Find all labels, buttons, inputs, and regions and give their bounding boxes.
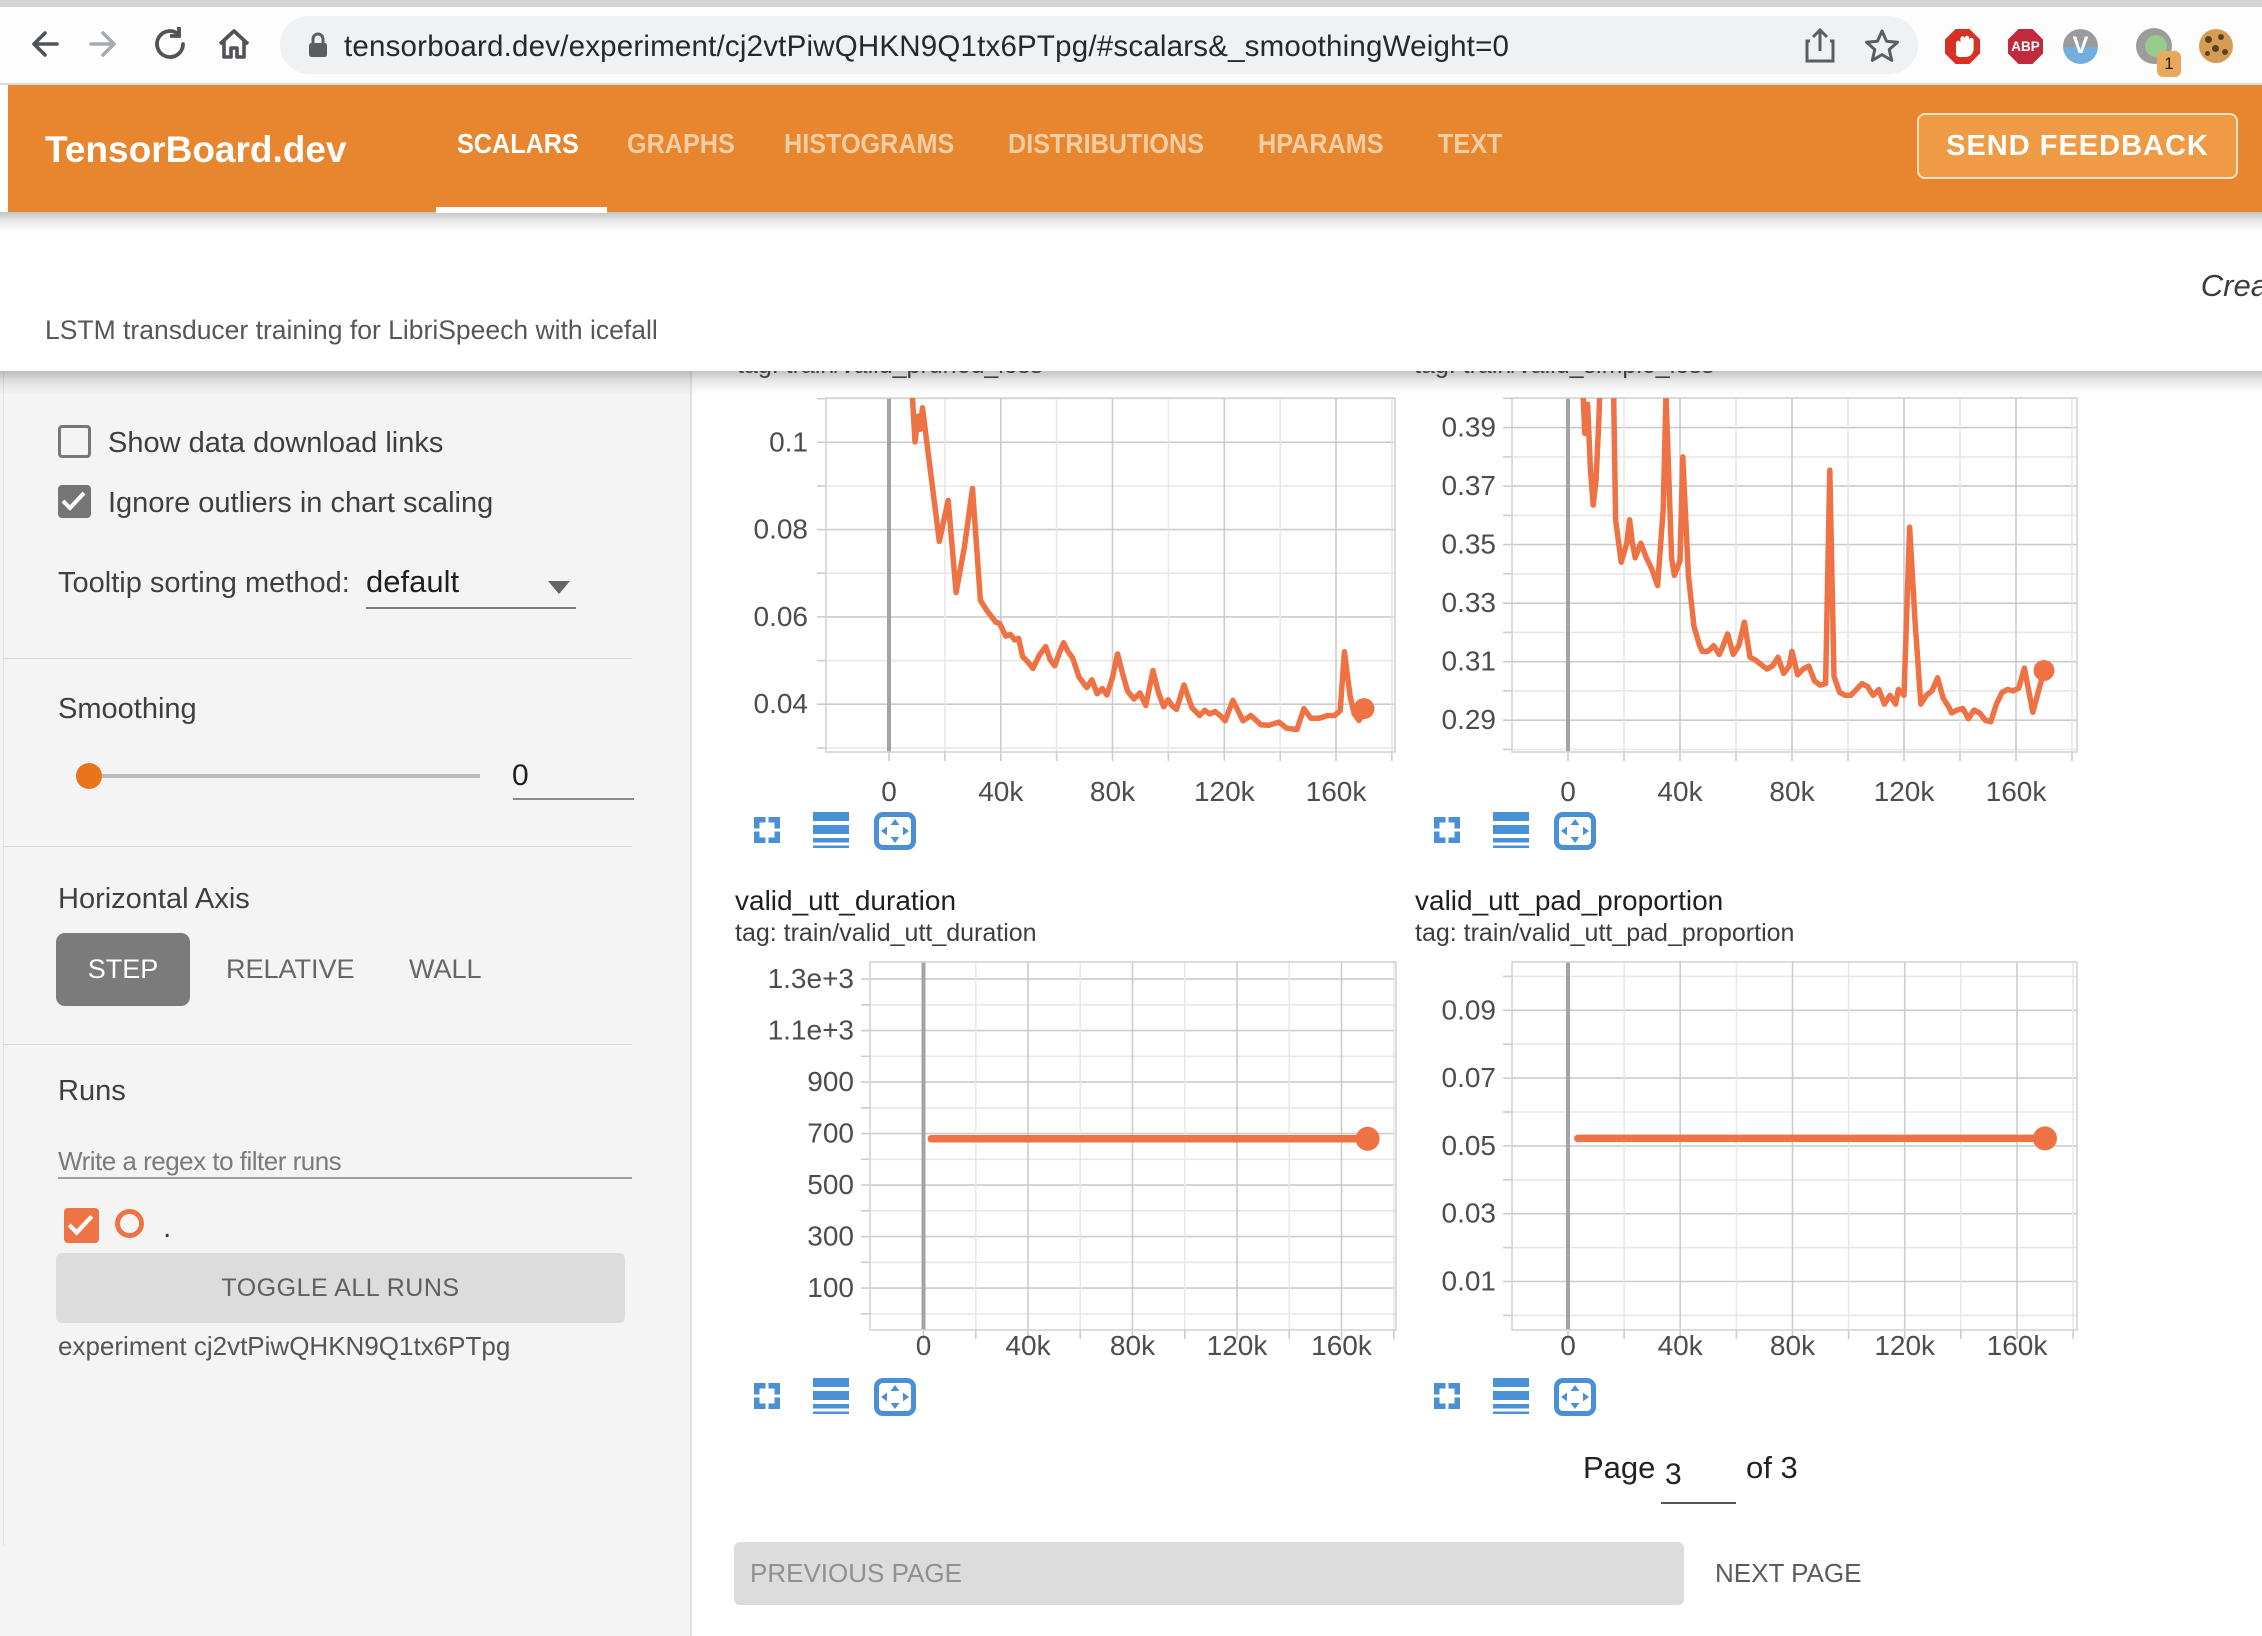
svg-text:160k: 160k — [1987, 1330, 2049, 1361]
svg-text:0.07: 0.07 — [1442, 1062, 1497, 1093]
svg-text:700: 700 — [807, 1118, 854, 1149]
svg-text:80k: 80k — [1769, 776, 1815, 807]
svg-text:0.04: 0.04 — [754, 688, 809, 719]
svg-text:1.3e+3: 1.3e+3 — [768, 963, 854, 994]
svg-text:0.39: 0.39 — [1442, 412, 1497, 443]
svg-text:tag: train/valid_utt_duration: tag: train/valid_utt_duration — [735, 919, 1037, 947]
svg-text:0.35: 0.35 — [1442, 529, 1497, 560]
svg-text:1.1e+3: 1.1e+3 — [768, 1015, 854, 1046]
svg-text:tag: train/valid_utt_pad_propo: tag: train/valid_utt_pad_proportion — [1415, 919, 1794, 947]
svg-text:120k: 120k — [1207, 1330, 1269, 1361]
svg-text:valid_utt_duration: valid_utt_duration — [735, 885, 956, 916]
svg-text:80k: 80k — [1110, 1330, 1156, 1361]
svg-text:valid_utt_pad_proportion: valid_utt_pad_proportion — [1415, 885, 1723, 916]
svg-text:80k: 80k — [1770, 1330, 1816, 1361]
svg-text:0.03: 0.03 — [1442, 1198, 1497, 1229]
svg-text:160k: 160k — [1311, 1330, 1373, 1361]
svg-text:40k: 40k — [1657, 776, 1703, 807]
svg-text:100: 100 — [807, 1272, 854, 1303]
svg-text:40k: 40k — [1658, 1330, 1704, 1361]
svg-text:0.01: 0.01 — [1442, 1266, 1497, 1297]
svg-text:120k: 120k — [1874, 1330, 1936, 1361]
svg-text:80k: 80k — [1090, 776, 1136, 807]
svg-text:120k: 120k — [1874, 776, 1936, 807]
svg-text:0.37: 0.37 — [1442, 470, 1497, 501]
svg-text:0: 0 — [1560, 1330, 1576, 1361]
svg-text:900: 900 — [807, 1066, 854, 1097]
svg-text:0.1: 0.1 — [769, 426, 808, 457]
svg-text:0: 0 — [881, 776, 897, 807]
svg-text:0.29: 0.29 — [1442, 704, 1497, 735]
svg-text:0.33: 0.33 — [1442, 587, 1497, 618]
svg-text:0.05: 0.05 — [1442, 1130, 1497, 1161]
svg-text:160k: 160k — [1986, 776, 2048, 807]
svg-text:40k: 40k — [978, 776, 1024, 807]
svg-text:500: 500 — [807, 1169, 854, 1200]
svg-text:40k: 40k — [1005, 1330, 1051, 1361]
svg-text:0.09: 0.09 — [1442, 994, 1497, 1025]
svg-text:0: 0 — [1560, 776, 1576, 807]
svg-text:160k: 160k — [1306, 776, 1368, 807]
svg-text:300: 300 — [807, 1221, 854, 1252]
svg-text:0.08: 0.08 — [754, 514, 809, 545]
svg-text:120k: 120k — [1194, 776, 1256, 807]
svg-text:0.31: 0.31 — [1442, 646, 1497, 677]
svg-text:0.06: 0.06 — [754, 601, 809, 632]
svg-text:0: 0 — [916, 1330, 932, 1361]
